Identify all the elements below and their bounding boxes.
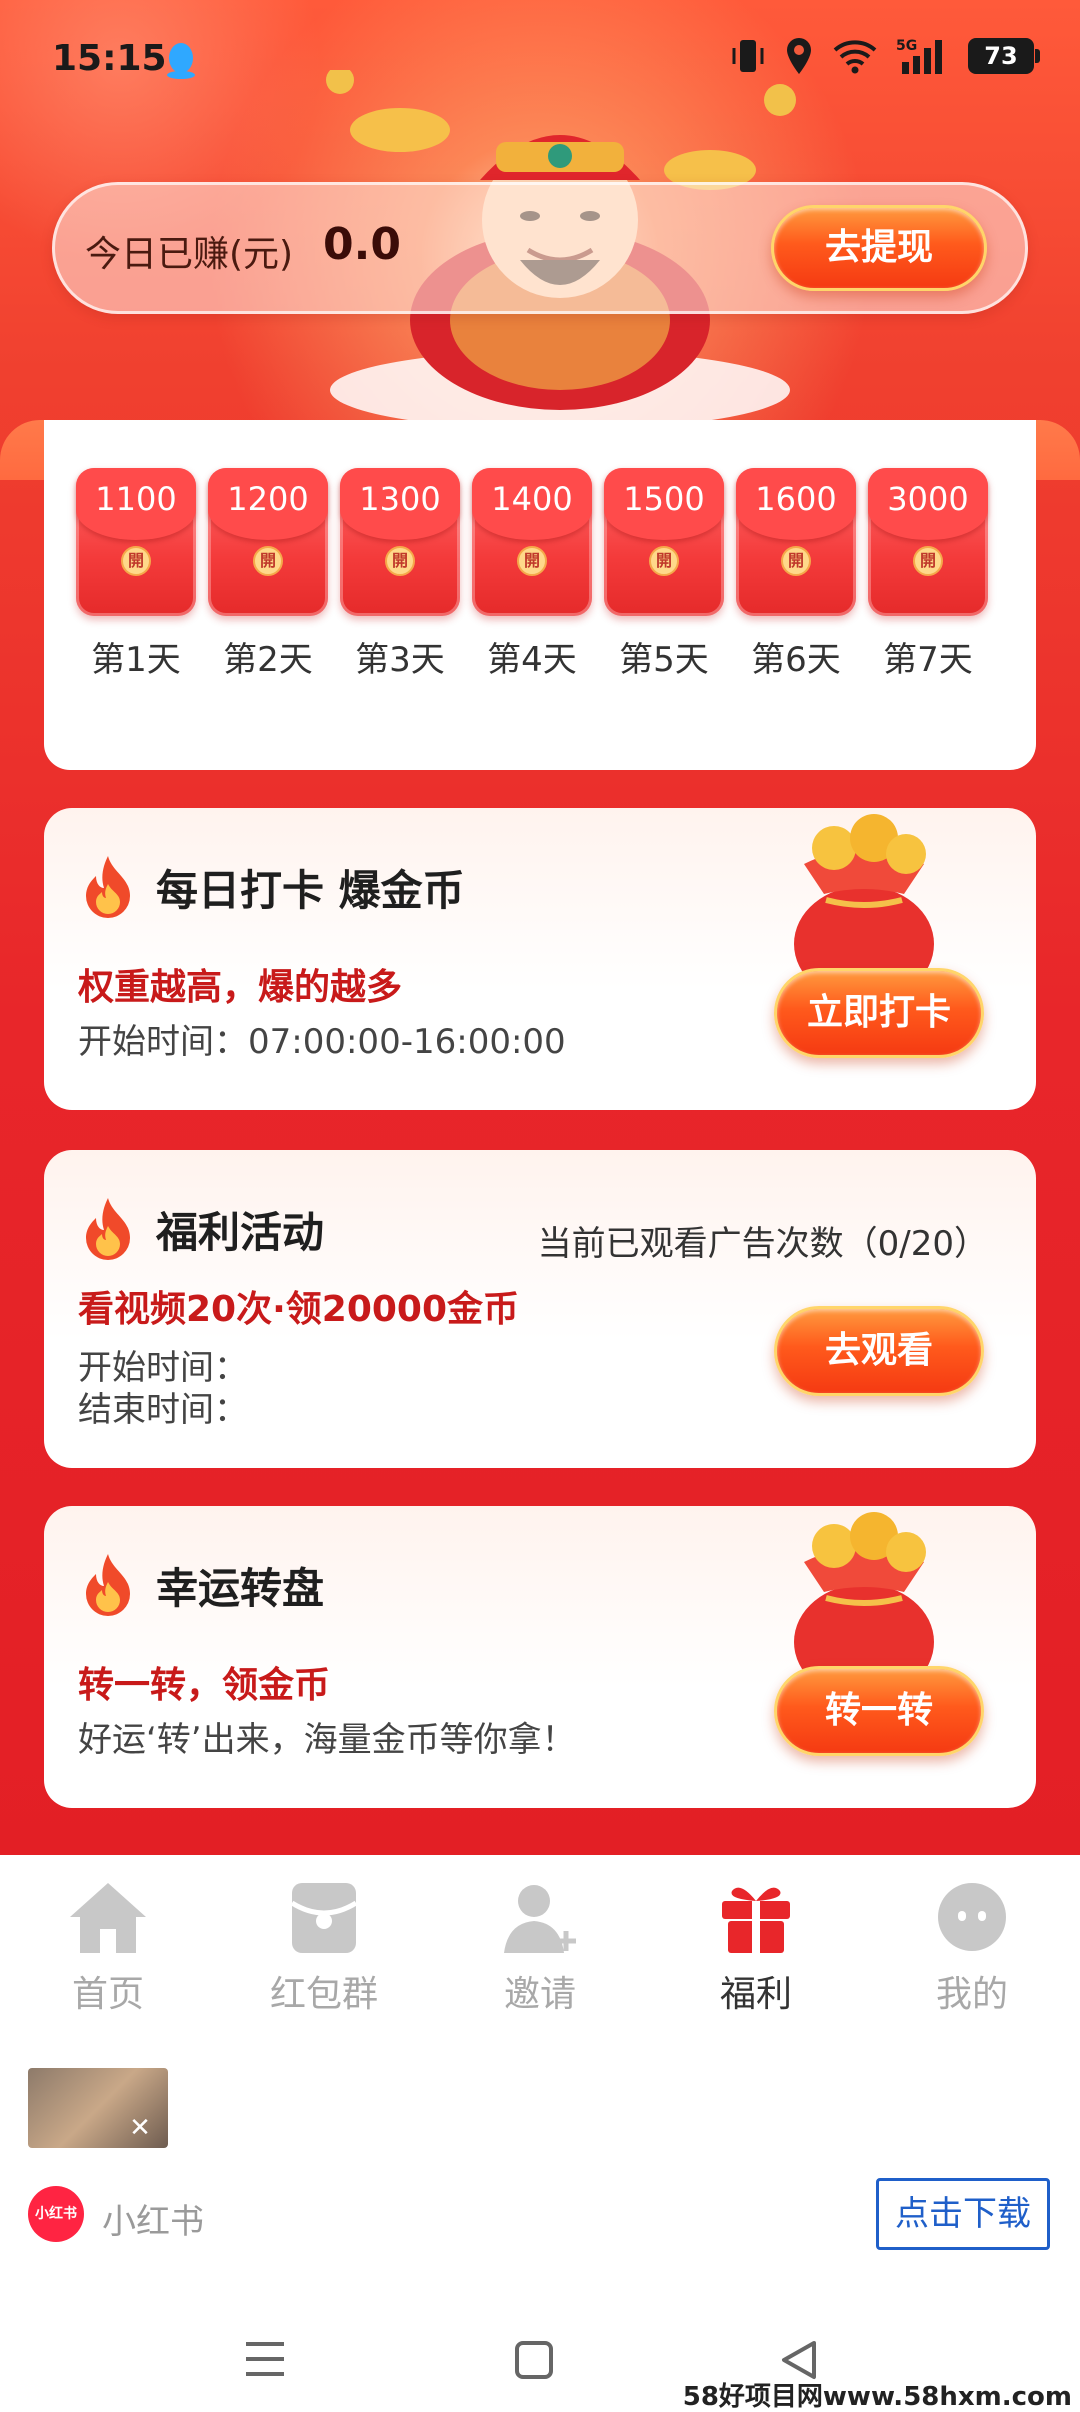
close-icon[interactable]: ✕ — [126, 2114, 154, 2142]
welfare-activity-card: 福利活动 当前已观看广告次数（0/20） 看视频20次·领20000金币 开始时… — [44, 1150, 1036, 1468]
lucky-title: 幸运转盘 — [156, 1563, 325, 1613]
envelope-seal: 開 — [121, 546, 151, 576]
daily-checkin-card: 每日打卡 爆金币 权重越高，爆的越多 开始时间：07:00:00-16:00:0… — [44, 808, 1036, 1110]
tab-invite[interactable]: 邀请 — [460, 1879, 620, 2017]
red-envelope-icon: 1600 開 — [736, 468, 856, 616]
signin-day-label: 第7天 — [883, 640, 973, 680]
ad-app-logo: 小红书 — [28, 2186, 84, 2242]
envelope-amount: 1400 — [491, 480, 573, 518]
tab-label: 我的 — [935, 1974, 1008, 2015]
tab-home[interactable]: 首页 — [28, 1879, 188, 2017]
checkin-button[interactable]: 立即打卡 — [774, 968, 984, 1058]
earnings-value: 0.0 — [323, 219, 401, 270]
fire-icon — [86, 856, 130, 918]
menu-icon[interactable] — [244, 2340, 286, 2378]
signin-day-3[interactable]: 1300 開 第3天 — [340, 468, 460, 681]
envelope-amount: 1200 — [227, 480, 309, 518]
battery-indicator: 73 — [968, 38, 1040, 74]
signin-day-1[interactable]: 1100 開 第1天 — [76, 468, 196, 681]
signin-day-2[interactable]: 1200 開 第2天 — [208, 468, 328, 681]
red-envelope-icon: 1300 開 — [340, 468, 460, 616]
signin-day-label: 第5天 — [619, 640, 709, 680]
checkin-time: 开始时间：07:00:00-16:00:00 — [78, 1022, 566, 1062]
red-envelope-icon: 1100 開 — [76, 468, 196, 616]
watermark-text: 58好项目网www.58hxm.com — [682, 2382, 1072, 2412]
ad-watch-count: 当前已观看广告次数（0/20） — [537, 1224, 988, 1264]
red-envelope-icon: 1500 開 — [604, 468, 724, 616]
profile-icon — [938, 1883, 1006, 1951]
lucky-wheel-card: 幸运转盘 转一转，领金币 好运‘转’出来，海量金币等你拿！ 转一转 — [44, 1506, 1036, 1808]
welfare-end-time: 结束时间： — [78, 1390, 248, 1430]
signin-days-list: 1100 開 第1天 1200 開 第2天 1300 開 第3天 1400 開 … — [76, 468, 988, 681]
daily-signin-card: 1100 開 第1天 1200 開 第2天 1300 開 第3天 1400 開 … — [44, 420, 1036, 770]
today-earnings-bar: 今日已赚(元) 0.0 去提现 — [52, 182, 1028, 314]
signal-5g-icon: 5G — [896, 38, 942, 74]
checkin-title: 每日打卡 爆金币 — [156, 865, 465, 915]
signin-day-4[interactable]: 1400 開 第4天 — [472, 468, 592, 681]
home-button-icon[interactable] — [514, 2340, 554, 2380]
ad-app-name: 小红书 — [102, 2202, 204, 2242]
checkin-highlight: 权重越高，爆的越多 — [78, 967, 403, 1008]
red-envelope-icon: 1200 開 — [208, 468, 328, 616]
tab-label: 红包群 — [269, 1974, 378, 2015]
red-packet-icon — [290, 1883, 358, 1953]
tab-label: 邀请 — [503, 1974, 576, 2015]
back-icon[interactable] — [780, 2340, 818, 2380]
svg-text:5G: 5G — [896, 38, 917, 54]
tab-welfare[interactable]: 福利 — [676, 1879, 836, 2017]
qq-notification-icon — [167, 43, 195, 79]
gift-icon — [722, 1887, 790, 1953]
bottom-tab-bar: 首页 红包群 邀请 福利 我的 — [0, 1855, 1080, 2035]
red-envelope-icon: 3000 開 — [868, 468, 988, 616]
earnings-label: 今日已赚(元) — [85, 234, 294, 275]
envelope-seal: 開 — [517, 546, 547, 576]
withdraw-button[interactable]: 去提现 — [771, 205, 987, 291]
download-button[interactable]: 点击下载 — [876, 2178, 1050, 2250]
fire-icon — [86, 1554, 130, 1616]
welfare-highlight: 看视频20次·领20000金币 — [78, 1289, 520, 1330]
envelope-amount: 1300 — [359, 480, 441, 518]
welfare-title: 福利活动 — [156, 1207, 325, 1257]
tab-label: 福利 — [719, 1974, 792, 2015]
tab-label: 首页 — [71, 1974, 144, 2015]
signin-day-label: 第2天 — [223, 640, 313, 680]
lucky-highlight: 转一转，领金币 — [78, 1665, 331, 1706]
envelope-amount: 1600 — [755, 480, 837, 518]
lucky-title-row: 幸运转盘 — [78, 1552, 324, 1618]
watch-video-button[interactable]: 去观看 — [774, 1306, 984, 1396]
envelope-seal: 開 — [913, 546, 943, 576]
spin-wheel-button[interactable]: 转一转 — [774, 1666, 984, 1756]
lucky-subtitle: 好运‘转’出来，海量金币等你拿！ — [78, 1720, 576, 1760]
signin-day-6[interactable]: 1600 開 第6天 — [736, 468, 856, 681]
envelope-seal: 開 — [781, 546, 811, 576]
welfare-title-row: 福利活动 — [78, 1196, 324, 1262]
envelope-seal: 開 — [649, 546, 679, 576]
signin-day-7[interactable]: 3000 開 第7天 — [868, 468, 988, 681]
envelope-amount: 1500 — [623, 480, 705, 518]
envelope-seal: 開 — [385, 546, 415, 576]
signin-day-5[interactable]: 1500 開 第5天 — [604, 468, 724, 681]
status-time: 15:15 — [52, 38, 167, 79]
envelope-seal: 開 — [253, 546, 283, 576]
home-icon — [70, 1883, 146, 1953]
tab-profile[interactable]: 我的 — [892, 1879, 1052, 2017]
wifi-icon — [833, 40, 877, 74]
battery-level: 73 — [984, 42, 1018, 70]
checkin-title-row: 每日打卡 爆金币 — [78, 854, 465, 920]
envelope-amount: 1100 — [95, 480, 177, 518]
red-envelope-icon: 1400 開 — [472, 468, 592, 616]
ad-thumbnail[interactable]: ✕ — [28, 2068, 168, 2148]
fire-icon — [86, 1198, 130, 1260]
signin-day-label: 第6天 — [751, 640, 841, 680]
signin-day-label: 第3天 — [355, 640, 445, 680]
signin-day-label: 第1天 — [91, 640, 181, 680]
signin-day-label: 第4天 — [487, 640, 577, 680]
invite-icon — [504, 1885, 576, 1953]
envelope-amount: 3000 — [887, 480, 969, 518]
tab-red-packet-group[interactable]: 红包群 — [244, 1879, 404, 2017]
